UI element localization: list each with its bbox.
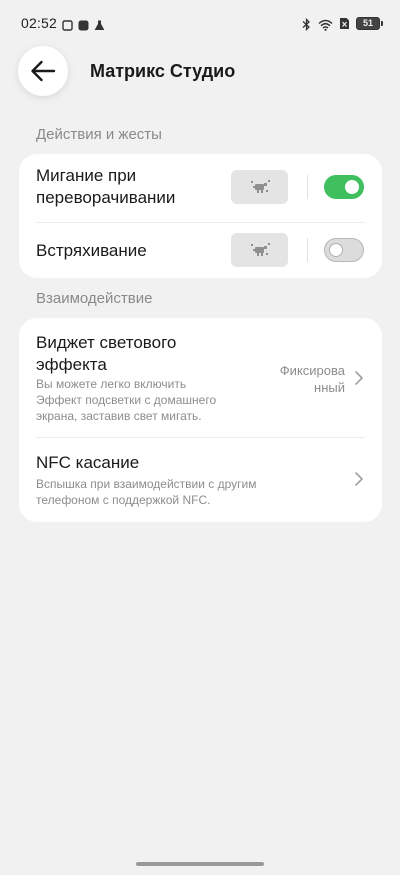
description-line: телефоном с поддержкой NFC. [36, 493, 211, 507]
value-line: нный [314, 380, 345, 395]
toggle-knob [329, 242, 343, 257]
flip-blink-row[interactable]: Мигание при переворачивании [19, 154, 382, 222]
vertical-divider [307, 175, 308, 199]
description-line: Вы можете легко включить [36, 377, 187, 391]
vertical-divider [307, 238, 308, 262]
chevron-right-icon [355, 371, 363, 385]
status-left: 02:52 [21, 15, 105, 31]
wifi-icon [318, 18, 333, 31]
shake-label: Встряхивание [36, 241, 147, 260]
app-notification-icon [78, 18, 89, 30]
description-line: Эффект подсветки с домашнего [36, 393, 217, 407]
nfc-touch-description: Вспышка при взаимодействии с другим теле… [36, 476, 256, 508]
chevron-right-icon [355, 472, 363, 486]
flip-blink-toggle[interactable] [324, 175, 364, 199]
sim-card-icon [339, 17, 350, 30]
flip-blink-preview[interactable] [231, 170, 288, 204]
shake-preview[interactable] [231, 233, 288, 267]
battery-indicator: 51 [356, 16, 383, 30]
toggle-knob [345, 180, 359, 194]
flip-blink-label: Мигание при переворачивании [36, 165, 175, 209]
bluetooth-icon [301, 17, 312, 31]
app-header: Матрикс Студио [0, 46, 400, 98]
description-line: Вспышка при взаимодействии с другим [36, 477, 257, 491]
flask-notification-icon [94, 18, 105, 30]
flip-blink-label-line1: Мигание при [36, 166, 137, 185]
flip-blink-label-line2: переворачивании [36, 188, 176, 207]
light-effect-widget-row[interactable]: Виджет светового эффекта Вы можете легко… [19, 318, 382, 437]
page-title: Матрикс Студио [90, 61, 236, 81]
back-arrow-icon [31, 60, 56, 82]
animation-preview-icon [250, 180, 270, 193]
screenshot-notification-icon [62, 18, 73, 31]
light-effect-widget-label: Виджет светового эффекта [36, 332, 176, 376]
back-button[interactable] [18, 46, 68, 96]
status-time: 02:52 [21, 15, 58, 31]
animation-preview-icon [250, 243, 270, 256]
description-line: экрана, заставив свет мигать. [36, 409, 202, 423]
light-effect-widget-label-line1: Виджет светового [36, 333, 177, 352]
status-bar: 02:52 51 [0, 0, 400, 46]
status-right: 51 [301, 16, 383, 31]
gestures-card: Мигание при переворачивании Встряхивание [19, 154, 382, 278]
nfc-touch-row[interactable]: NFC касание Вспышка при взаимодействии с… [19, 438, 382, 522]
shake-toggle[interactable] [324, 238, 364, 262]
light-effect-widget-value: Фиксирова нный [265, 362, 345, 396]
interaction-card: Виджет светового эффекта Вы можете легко… [19, 318, 382, 522]
home-indicator[interactable] [136, 862, 264, 866]
shake-row[interactable]: Встряхивание [19, 223, 382, 278]
nfc-touch-label: NFC касание [36, 453, 140, 472]
section-header-gestures: Действия и жесты [36, 126, 162, 143]
light-effect-widget-description: Вы можете легко включить Эффект подсветк… [36, 376, 216, 424]
value-line: Фиксирова [279, 363, 345, 378]
section-header-interaction: Взаимодействие [36, 290, 153, 307]
light-effect-widget-label-line2: эффекта [36, 355, 107, 374]
